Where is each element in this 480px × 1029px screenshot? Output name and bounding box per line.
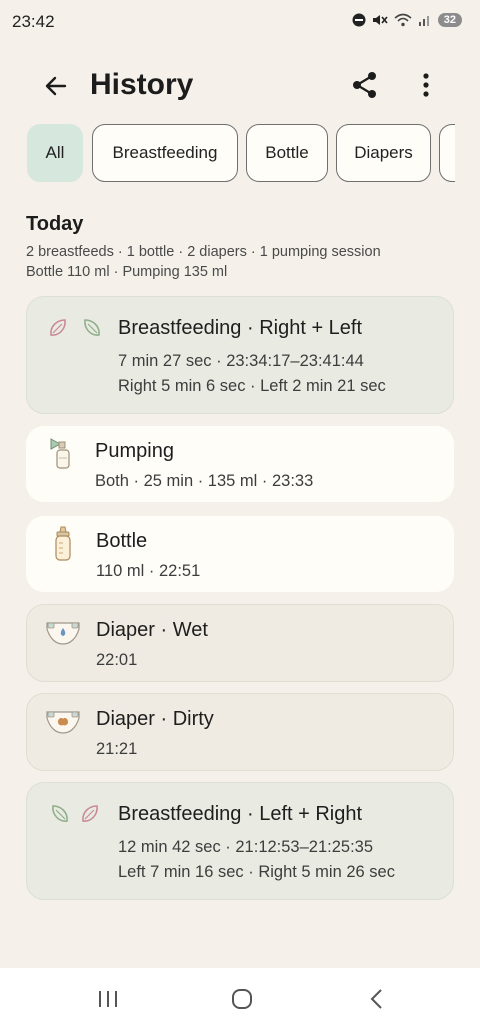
- more-options-button[interactable]: [412, 70, 440, 102]
- back-arrow-icon: [45, 76, 67, 96]
- status-icons: 32: [352, 13, 462, 27]
- home-button[interactable]: [227, 986, 257, 1012]
- dirty-diaper-icon: [46, 711, 80, 734]
- recents-button[interactable]: [93, 986, 123, 1012]
- entry-card-diaper-wet[interactable]: Diaper · Wet 22:01: [26, 604, 454, 682]
- entry-duration: 12 min 42 sec · 21:12:53–21:25:35: [118, 838, 374, 856]
- section-title-today: Today: [26, 213, 84, 235]
- app-bar: History: [0, 54, 480, 114]
- chip-breastfeeding[interactable]: Breastfeeding: [92, 124, 238, 182]
- entry-title: Diaper · Dirty: [96, 708, 214, 730]
- chip-more[interactable]: [439, 124, 455, 182]
- entry-title: Pumping: [95, 440, 174, 462]
- entry-sides: Left 7 min 16 sec · Right 5 min 26 sec: [118, 863, 395, 881]
- entry-time: 22:01: [96, 651, 138, 669]
- entry-title: Bottle: [96, 530, 148, 552]
- status-time: 23:42: [12, 12, 55, 31]
- entry-details: Both · 25 min · 135 ml · 23:33: [95, 472, 314, 490]
- chip-bottle[interactable]: Bottle: [246, 124, 328, 182]
- entry-card-diaper-dirty[interactable]: Diaper · Dirty 21:21: [26, 693, 454, 771]
- baby-bottle-icon: [55, 526, 71, 561]
- right-leaf-icon: [50, 319, 66, 336]
- filter-chips: All Breastfeeding Bottle Diapers: [0, 124, 455, 186]
- entry-card-pumping[interactable]: Pumping Both · 25 min · 135 ml · 23:33: [26, 426, 454, 502]
- entry-sides: Right 5 min 6 sec · Left 2 min 21 sec: [118, 377, 386, 395]
- breast-pump-icon: [50, 438, 70, 469]
- status-bar: 23:42 32: [0, 0, 480, 46]
- entry-duration: 7 min 27 sec · 23:34:17–23:41:44: [118, 352, 364, 370]
- home-icon: [232, 989, 252, 1009]
- entry-card-breastfeeding[interactable]: Breastfeeding · Right + Left 7 min 27 se…: [26, 296, 454, 414]
- dnd-icon: [352, 13, 366, 27]
- left-leaf-icon: [52, 805, 68, 822]
- entry-card-bottle[interactable]: Bottle 110 ml · 22:51: [26, 516, 454, 592]
- share-button[interactable]: [350, 70, 382, 102]
- summary-counts: 2 breastfeeds · 1 bottle · 2 diapers · 1…: [26, 244, 381, 260]
- recents-icon: [99, 991, 117, 1007]
- entry-time: 21:21: [96, 740, 138, 758]
- right-leaf-icon: [82, 805, 98, 822]
- chip-diapers[interactable]: Diapers: [336, 124, 431, 182]
- battery-icon: 32: [437, 13, 462, 27]
- entry-details: 110 ml · 22:51: [96, 562, 201, 580]
- more-vert-icon: [423, 73, 429, 97]
- left-leaf-icon: [84, 319, 100, 336]
- entry-title: Breastfeeding · Left + Right: [118, 803, 363, 825]
- wifi-icon: [394, 13, 412, 27]
- entry-card-breastfeeding[interactable]: Breastfeeding · Left + Right 12 min 42 s…: [26, 782, 454, 900]
- system-nav-bar: [0, 968, 480, 1029]
- signal-icon: [418, 16, 429, 26]
- chip-all[interactable]: All: [27, 124, 83, 182]
- back-icon: [370, 989, 382, 1009]
- summary-volumes: Bottle 110 ml · Pumping 135 ml: [26, 264, 228, 280]
- system-back-button[interactable]: [362, 986, 392, 1012]
- entry-title: Breastfeeding · Right + Left: [118, 317, 363, 339]
- mute-icon: [372, 15, 388, 25]
- wet-diaper-icon: [46, 622, 80, 645]
- share-icon: [353, 72, 376, 98]
- back-button[interactable]: [40, 70, 72, 102]
- page-title: History: [90, 68, 194, 101]
- entry-title: Diaper · Wet: [96, 619, 208, 641]
